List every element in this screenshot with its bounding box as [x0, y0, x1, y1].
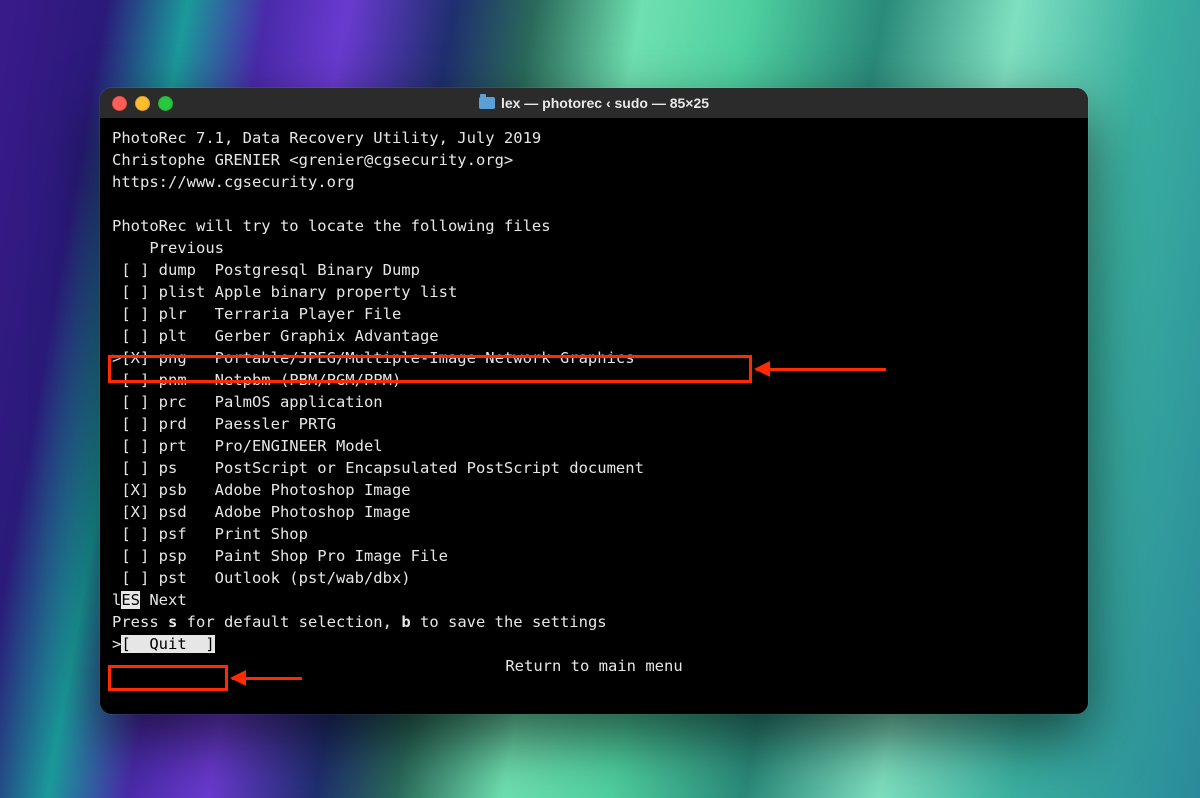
- terminal-content[interactable]: PhotoRec 7.1, Data Recovery Utility, Jul…: [112, 127, 1076, 677]
- window-title-text: lex — photorec ‹ sudo — 85×25: [501, 95, 709, 111]
- folder-icon: [479, 97, 495, 109]
- terminal-window: lex — photorec ‹ sudo — 85×25 PhotoRec 7…: [100, 88, 1088, 714]
- window-title: lex — photorec ‹ sudo — 85×25: [100, 95, 1088, 111]
- minimize-icon[interactable]: [135, 96, 150, 111]
- titlebar: lex — photorec ‹ sudo — 85×25: [100, 88, 1088, 119]
- terminal-body[interactable]: PhotoRec 7.1, Data Recovery Utility, Jul…: [100, 119, 1088, 714]
- close-icon[interactable]: [112, 96, 127, 111]
- maximize-icon[interactable]: [158, 96, 173, 111]
- traffic-lights: [112, 96, 173, 111]
